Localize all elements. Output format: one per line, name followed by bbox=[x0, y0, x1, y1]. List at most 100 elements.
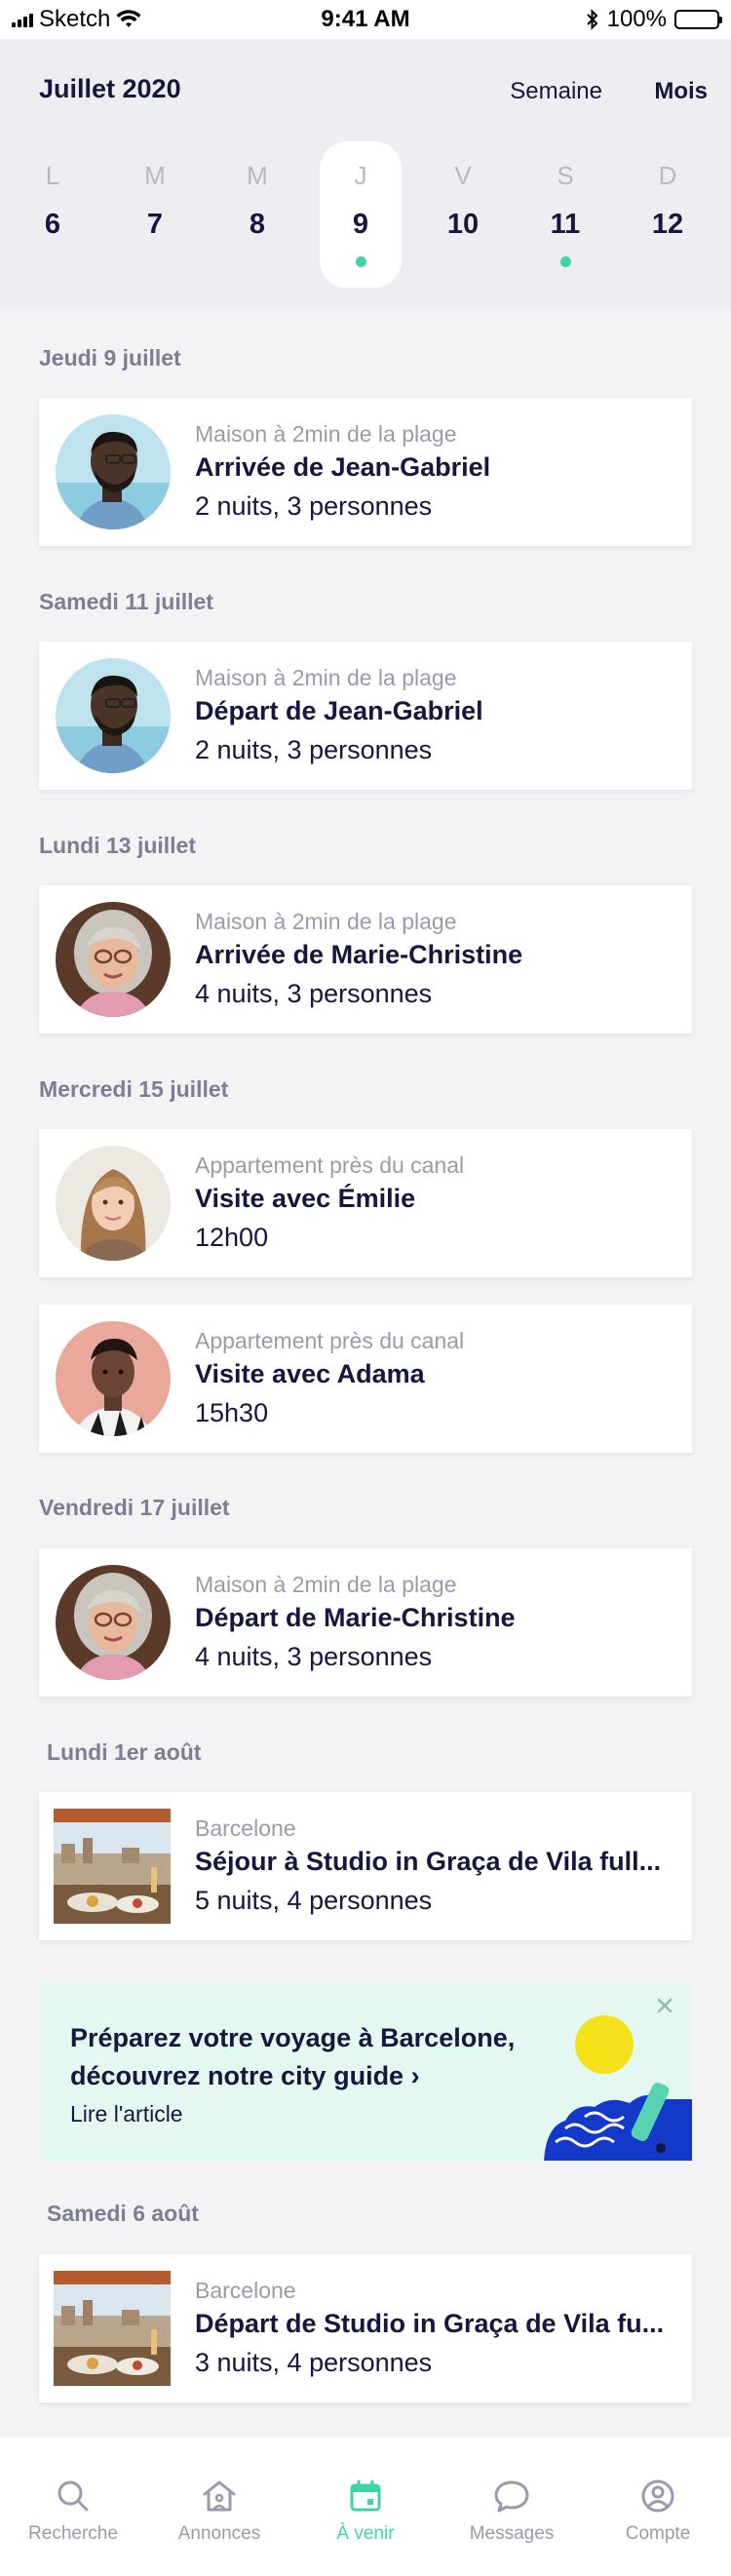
search-icon bbox=[58, 2480, 89, 2512]
section-date: Jeudi 9 juillet bbox=[39, 345, 181, 371]
day-9-selected[interactable]: J 9 bbox=[320, 141, 402, 288]
event-card[interactable]: Maison à 2min de la plage Départ de Jean… bbox=[39, 642, 692, 790]
day-number: 9 bbox=[352, 209, 369, 240]
event-location: Maison à 2min de la plage bbox=[195, 909, 457, 934]
event-location: Maison à 2min de la plage bbox=[195, 421, 457, 447]
signal-icon bbox=[12, 12, 33, 27]
chat-icon bbox=[494, 2480, 529, 2513]
battery-icon bbox=[674, 10, 722, 29]
home-icon bbox=[203, 2480, 236, 2512]
beach-illustration-icon bbox=[544, 2015, 692, 2161]
tab-label: Compte bbox=[625, 2523, 691, 2544]
event-location: Barcelone bbox=[195, 1815, 296, 1841]
day-letter: L bbox=[45, 161, 60, 190]
event-location: Maison à 2min de la plage bbox=[195, 1572, 457, 1597]
account-icon bbox=[641, 2479, 674, 2513]
event-title: Arrivée de Marie-Christine bbox=[195, 940, 523, 969]
section-date: Samedi 6 août bbox=[47, 2201, 199, 2226]
bluetooth-icon bbox=[586, 9, 598, 30]
guest-avatar bbox=[56, 1565, 171, 1680]
day-number: 12 bbox=[651, 209, 684, 240]
month-title: Juillet 2020 bbox=[39, 74, 181, 103]
tab-label: Recherche bbox=[28, 2523, 118, 2544]
promo-title: Préparez votre voyage à Barcelone, décou… bbox=[70, 2023, 516, 2090]
event-detail: 4 nuits, 3 personnes bbox=[195, 979, 433, 1008]
event-location: Appartement près du canal bbox=[195, 1328, 465, 1353]
wifi-icon bbox=[116, 10, 141, 27]
event-dot bbox=[356, 256, 366, 267]
day-11[interactable]: S 11 bbox=[524, 141, 606, 288]
event-card[interactable]: Barcelone Départ de Studio in Graça de V… bbox=[39, 2254, 692, 2402]
calendar-icon bbox=[350, 2479, 381, 2512]
day-6[interactable]: L 6 bbox=[12, 141, 94, 288]
event-title: Départ de Studio in Graça de Vila fu... bbox=[195, 2309, 665, 2338]
promo-read-article-link[interactable]: Lire l'article bbox=[70, 2101, 183, 2127]
tab-label: Annonces bbox=[177, 2523, 261, 2544]
event-detail: 12h00 bbox=[195, 1223, 269, 1252]
day-10[interactable]: V 10 bbox=[422, 141, 504, 288]
event-card[interactable]: Maison à 2min de la plage Arrivée de Mar… bbox=[39, 885, 692, 1034]
tab-annonces[interactable]: Annonces bbox=[146, 2477, 292, 2545]
status-bar: Sketch 9:41 AM 100% bbox=[0, 0, 731, 39]
event-location: Maison à 2min de la plage bbox=[195, 665, 457, 690]
carrier-label: Sketch bbox=[39, 6, 111, 32]
month-view-button[interactable]: Mois bbox=[654, 78, 708, 105]
day-letter: J bbox=[354, 161, 367, 190]
guest-avatar bbox=[56, 902, 171, 1017]
day-number: 8 bbox=[249, 209, 266, 240]
status-left: Sketch bbox=[12, 6, 265, 33]
event-card[interactable]: Maison à 2min de la plage Arrivée de Jea… bbox=[39, 398, 692, 546]
day-letter: M bbox=[247, 161, 268, 190]
event-card[interactable]: Appartement près du canal Visite avec Ém… bbox=[39, 1129, 692, 1277]
tab-compte[interactable]: Compte bbox=[585, 2477, 731, 2545]
day-number: 10 bbox=[446, 209, 480, 240]
day-number: 11 bbox=[550, 209, 581, 240]
event-detail: 2 nuits, 3 personnes bbox=[195, 491, 433, 521]
event-card[interactable]: Barcelone Séjour à Studio in Graça de Vi… bbox=[39, 1792, 692, 1940]
tab-a-venir[interactable]: À venir bbox=[292, 2477, 439, 2545]
event-dot bbox=[560, 256, 571, 267]
listing-thumbnail bbox=[54, 1809, 171, 1924]
day-letter: M bbox=[144, 161, 166, 190]
guest-avatar bbox=[56, 1321, 171, 1436]
event-title: Arrivée de Jean-Gabriel bbox=[195, 452, 491, 482]
status-right: 100% bbox=[466, 6, 722, 33]
day-12[interactable]: D 12 bbox=[627, 141, 709, 288]
day-7[interactable]: M 7 bbox=[114, 141, 196, 288]
day-letter: D bbox=[658, 161, 677, 190]
section-date: Lundi 13 juillet bbox=[39, 833, 197, 858]
section-date: Vendredi 17 juillet bbox=[39, 1495, 230, 1520]
day-number: 6 bbox=[44, 209, 61, 240]
guest-avatar bbox=[56, 1146, 171, 1261]
day-8[interactable]: M 8 bbox=[216, 141, 298, 288]
week-days-strip: L 6 M 7 M 8 J 9 V 10 S 11 D 12 bbox=[0, 141, 731, 288]
guest-avatar bbox=[56, 658, 171, 773]
event-title: Départ de Jean-Gabriel bbox=[195, 696, 483, 725]
tab-label: À venir bbox=[336, 2523, 395, 2544]
battery-percent: 100% bbox=[606, 6, 667, 32]
event-title: Séjour à Studio in Graça de Vila full... bbox=[195, 1847, 662, 1876]
calendar-header: Juillet 2020 Semaine Mois L 6 M 7 M 8 J … bbox=[0, 39, 731, 307]
guest-avatar bbox=[56, 414, 171, 529]
day-letter: V bbox=[454, 161, 472, 190]
event-title: Visite avec Adama bbox=[195, 1359, 425, 1388]
event-location: Appartement près du canal bbox=[195, 1152, 465, 1178]
event-title: Visite avec Émilie bbox=[195, 1184, 416, 1213]
event-detail: 15h30 bbox=[195, 1398, 269, 1427]
event-detail: 4 nuits, 3 personnes bbox=[195, 1642, 433, 1671]
city-guide-promo[interactable]: Préparez votre voyage à Barcelone, décou… bbox=[39, 1982, 692, 2161]
status-time: 9:41 AM bbox=[321, 6, 410, 32]
section-date: Lundi 1er août bbox=[47, 1739, 202, 1765]
event-card[interactable]: Maison à 2min de la plage Départ de Mari… bbox=[39, 1548, 692, 1697]
tab-label: Messages bbox=[469, 2523, 555, 2544]
event-card[interactable]: Appartement près du canal Visite avec Ad… bbox=[39, 1305, 692, 1453]
week-view-button[interactable]: Semaine bbox=[510, 78, 602, 105]
tab-recherche[interactable]: Recherche bbox=[0, 2477, 146, 2545]
day-number: 7 bbox=[146, 209, 164, 240]
bottom-tab-bar: Recherche Annonces À venir Messages Comp… bbox=[0, 2438, 731, 2576]
event-detail: 2 nuits, 3 personnes bbox=[195, 735, 433, 764]
tab-messages[interactable]: Messages bbox=[439, 2477, 585, 2545]
event-detail: 3 nuits, 4 personnes bbox=[195, 2348, 433, 2377]
section-date: Mercredi 15 juillet bbox=[39, 1076, 229, 1102]
day-letter: S bbox=[557, 161, 574, 190]
